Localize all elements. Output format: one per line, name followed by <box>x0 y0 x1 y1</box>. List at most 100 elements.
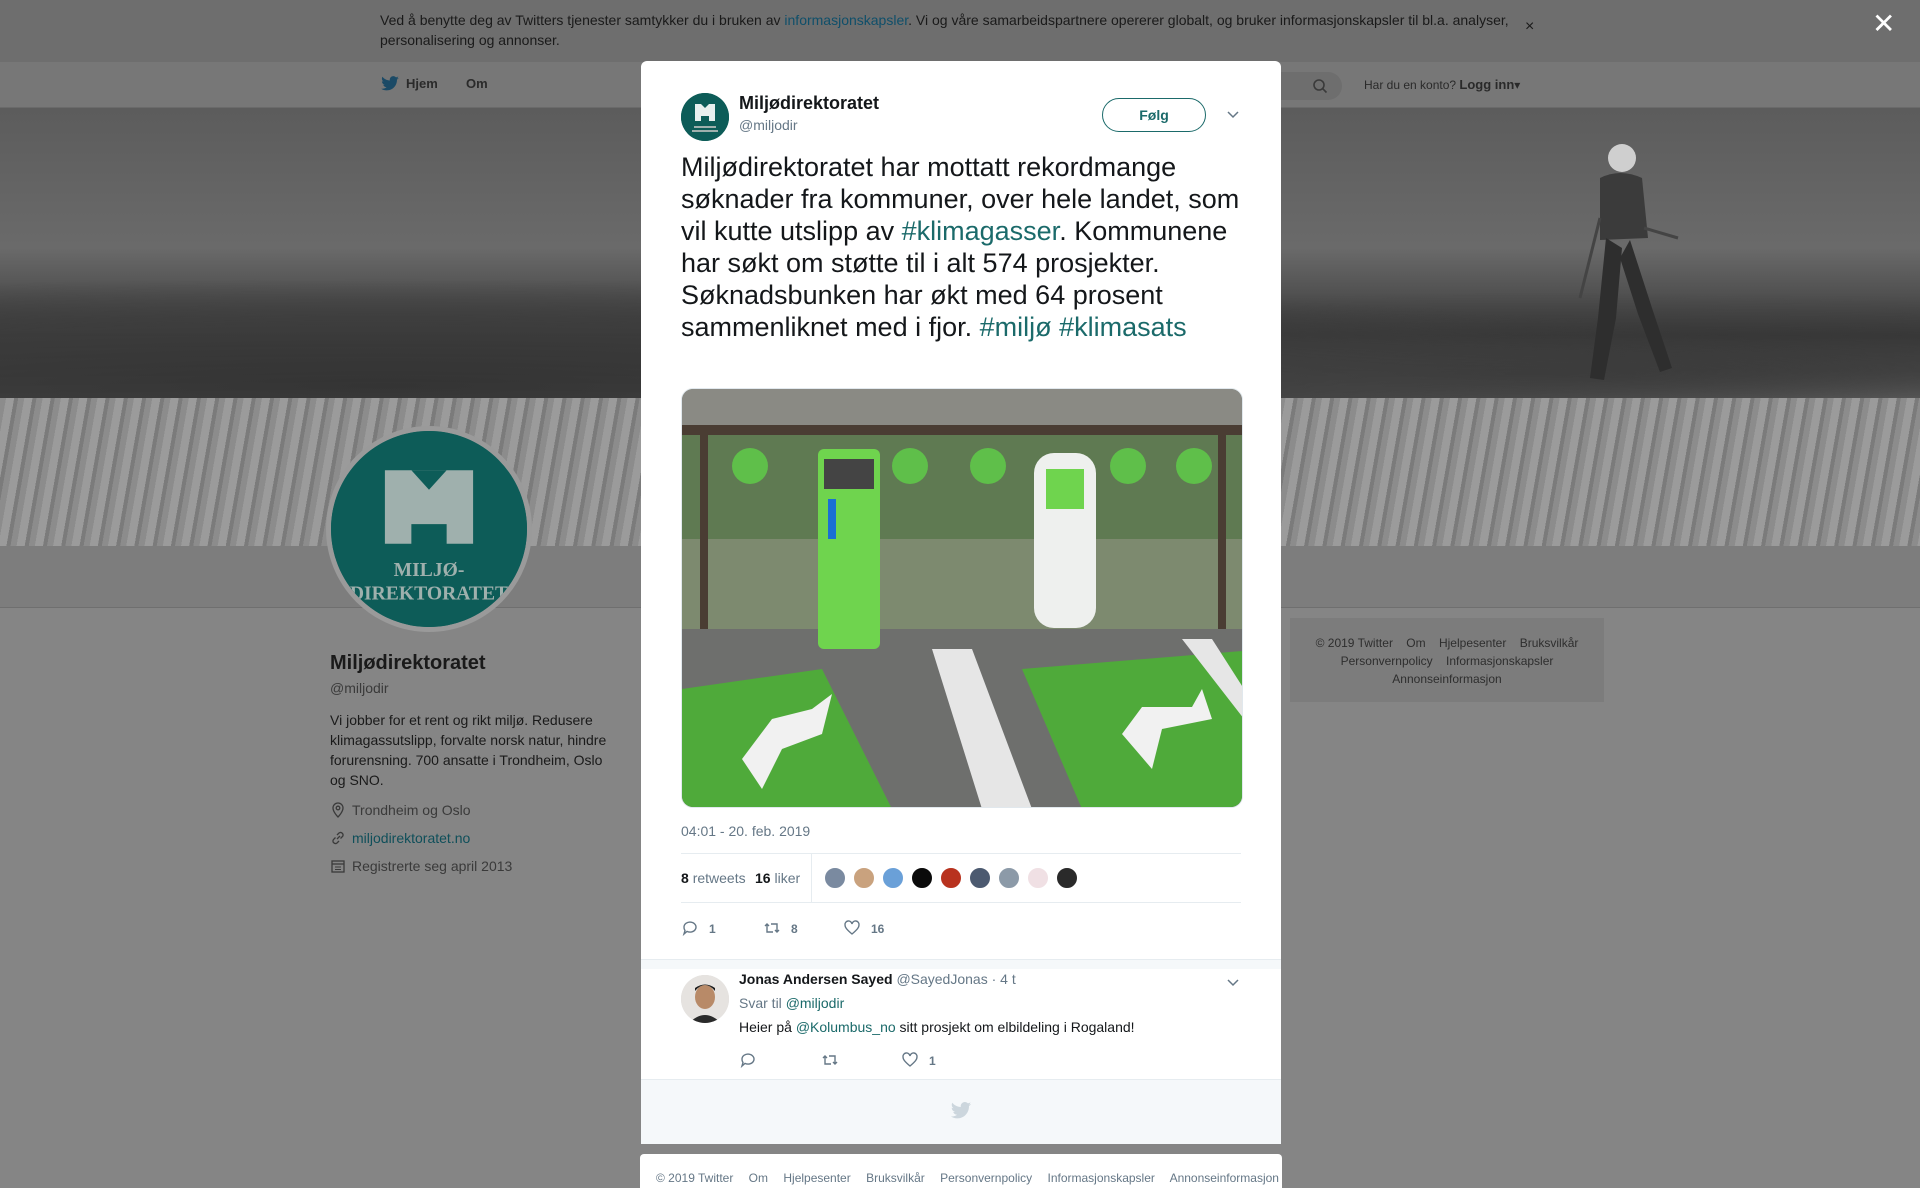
tweet-author-name[interactable]: Miljødirektoratet <box>739 93 879 114</box>
bottom-footer: © 2019 Twitter Om Hjelpesenter Bruksvilk… <box>640 1154 1282 1188</box>
bottom-footer-links: © 2019 Twitter Om Hjelpesenter Bruksvilk… <box>640 1154 1282 1185</box>
tweet-text: Miljødirektoratet har mottatt rekordmang… <box>681 151 1241 343</box>
liker-avatar[interactable] <box>997 866 1021 890</box>
login-caret-icon[interactable]: ▾ <box>1514 78 1520 92</box>
cookie-info-link[interactable]: informasjonskapsler <box>784 12 908 28</box>
nav-about[interactable]: Om <box>466 76 488 91</box>
side-footer-help[interactable]: Hjelpesenter <box>1439 636 1506 650</box>
reply-text-after: sitt prosjekt om elbildeling i Rogaland! <box>895 1019 1135 1035</box>
side-footer: © 2019 Twitter Om Hjelpesenter Bruksvilk… <box>1290 618 1604 702</box>
side-footer-cookies[interactable]: Informasjonskapsler <box>1446 654 1553 668</box>
tweet-timestamp[interactable]: 04:01 - 20. feb. 2019 <box>681 823 810 839</box>
avatar-logo-line2: DIREKTORATET <box>350 584 508 605</box>
profile-joined-text: Registrerte seg april 2013 <box>352 858 513 874</box>
liker-avatar[interactable] <box>823 866 847 890</box>
reply-icon <box>740 1053 755 1069</box>
profile-location: Trondheim og Oslo <box>330 802 471 818</box>
heart-icon <box>902 1052 918 1067</box>
profile-website: miljodirektoratet.no <box>330 830 470 846</box>
login-link[interactable]: Logg inn <box>1459 77 1514 92</box>
liker-avatar[interactable] <box>968 866 992 890</box>
link-icon <box>332 831 344 845</box>
side-footer-ads-info[interactable]: Annonseinformasjon <box>1392 672 1501 686</box>
liker-avatar[interactable] <box>852 866 876 890</box>
side-footer-links: © 2019 Twitter Om Hjelpesenter Bruksvilk… <box>1290 618 1604 704</box>
reply-reply-action[interactable] <box>739 1051 767 1069</box>
liker-avatar[interactable] <box>1055 866 1079 890</box>
profile-name[interactable]: Miljødirektoratet <box>330 652 486 675</box>
profile-location-text: Trondheim og Oslo <box>352 802 471 818</box>
chevron-down-icon[interactable] <box>1226 107 1240 121</box>
overlay-close-icon[interactable]: ✕ <box>1872 10 1895 38</box>
reply-text: Heier på @Kolumbus_no sitt prosjekt om e… <box>739 1019 1135 1035</box>
location-pin-icon <box>332 802 344 818</box>
reply-author-avatar[interactable] <box>681 975 729 1023</box>
account-prompt: Har du en konto? Logg inn▾ <box>1364 77 1520 92</box>
likes-label: liker <box>774 870 801 886</box>
reply-icon <box>682 921 697 937</box>
footer-privacy[interactable]: Personvernpolicy <box>940 1171 1032 1185</box>
profile-website-link[interactable]: miljodirektoratet.no <box>352 830 470 846</box>
hashtag-miljo[interactable]: #miljø <box>980 312 1052 342</box>
profile-avatar[interactable]: MILJØ- DIREKTORATET <box>326 426 532 632</box>
footer-about[interactable]: Om <box>749 1171 768 1185</box>
footer-terms[interactable]: Bruksvilkår <box>866 1171 925 1185</box>
reply-action[interactable]: 1 <box>681 919 716 937</box>
profile-handle[interactable]: @miljodir <box>330 680 389 696</box>
follow-button[interactable]: Følg <box>1102 98 1206 132</box>
twitter-bird-icon[interactable] <box>380 76 400 92</box>
footer-cookies[interactable]: Informasjonskapsler <box>1048 1171 1155 1185</box>
retweets-count: 8 <box>681 870 689 886</box>
side-footer-privacy[interactable]: Personvernpolicy <box>1341 654 1433 668</box>
nav-home[interactable]: Hjem <box>406 76 438 91</box>
reply-count: 1 <box>709 922 716 936</box>
like-action[interactable]: 16 <box>843 919 884 937</box>
tweet-photo[interactable] <box>681 388 1243 808</box>
retweets-stat[interactable]: 8 retweets <box>681 870 746 886</box>
retweet-icon <box>822 1055 838 1065</box>
account-prompt-text: Har du en konto? <box>1364 78 1457 92</box>
footer-help[interactable]: Hjelpesenter <box>783 1171 850 1185</box>
reply-author-name[interactable]: Jonas Andersen Sayed <box>739 971 893 987</box>
likes-stat[interactable]: 16 liker <box>755 870 800 886</box>
calendar-icon <box>331 860 345 873</box>
side-footer-terms[interactable]: Bruksvilkår <box>1520 636 1579 650</box>
footer-copyright: © 2019 Twitter <box>656 1171 734 1185</box>
cookie-banner: Ved å benytte deg av Twitters tjenester … <box>0 0 1920 62</box>
like-count: 16 <box>871 922 885 936</box>
liker-avatar[interactable] <box>1026 866 1050 890</box>
reply-header: Jonas Andersen Sayed @SayedJonas · 4 t <box>739 971 1016 987</box>
tweet-modal: Miljødirektoratet @miljodir Følg Miljødi… <box>641 61 1281 1144</box>
liker-avatar[interactable] <box>939 866 963 890</box>
tweet-author-avatar[interactable] <box>681 93 729 141</box>
reply-text-before: Heier på <box>739 1019 796 1035</box>
search-icon[interactable] <box>1312 78 1328 94</box>
side-footer-about[interactable]: Om <box>1406 636 1425 650</box>
reply-to-handle[interactable]: @miljodir <box>786 995 845 1011</box>
cookie-text-before: Ved å benytte deg av Twitters tjenester … <box>380 12 785 28</box>
liker-avatar[interactable] <box>881 866 905 890</box>
reply-chevron-down-icon[interactable] <box>1226 975 1240 989</box>
reply-mention[interactable]: @Kolumbus_no <box>796 1019 896 1035</box>
profile-joined: Registrerte seg april 2013 <box>330 858 512 874</box>
likes-count: 16 <box>755 870 771 886</box>
reply-like-action[interactable]: 1 <box>901 1051 936 1069</box>
heart-icon <box>844 920 860 935</box>
hashtag-klimasats[interactable]: #klimasats <box>1059 312 1187 342</box>
reply-actions: 1 <box>739 1049 1039 1073</box>
reply-retweet-action[interactable] <box>821 1051 849 1069</box>
retweet-action[interactable]: 8 <box>763 919 798 937</box>
reply-to: Svar til @miljodir <box>739 995 844 1011</box>
tweet-author-handle[interactable]: @miljodir <box>739 117 798 133</box>
reply-author-handle[interactable]: @SayedJonas <box>896 971 987 987</box>
liker-avatar[interactable] <box>910 866 934 890</box>
avatar-logo-line1: MILJØ- <box>394 560 465 581</box>
reply-like-count: 1 <box>929 1054 936 1068</box>
hashtag-klimagasser[interactable]: #klimagasser <box>902 216 1060 246</box>
reply-age[interactable]: · 4 t <box>992 971 1016 987</box>
modal-footer <box>641 1079 1281 1144</box>
footer-ads-info[interactable]: Annonseinformasjon <box>1170 1171 1279 1185</box>
profile-bio: Vi jobber for et rent og rikt miljø. Red… <box>330 712 607 788</box>
skater-figure <box>1578 144 1679 380</box>
cookie-close-icon[interactable]: × <box>1525 18 1534 36</box>
